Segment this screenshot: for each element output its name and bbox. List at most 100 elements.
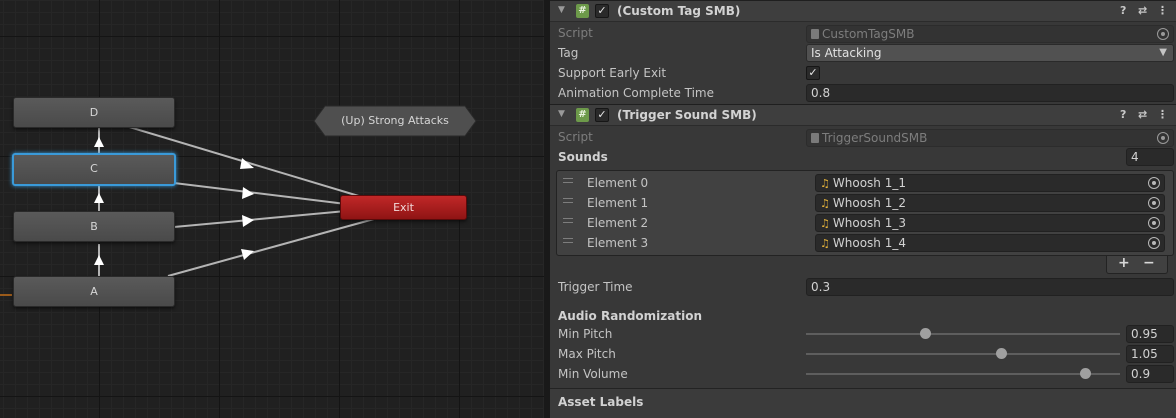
min-pitch-slider[interactable] xyxy=(806,327,1120,341)
audio-clip-icon: ♫ xyxy=(820,177,830,190)
more-menu-icon[interactable]: ⋮ xyxy=(1157,108,1168,121)
state-a[interactable]: A xyxy=(13,276,175,307)
audio-randomization-header: Audio Randomization xyxy=(558,309,703,323)
list-item[interactable]: Element 2 ♫ Whoosh 1_3 xyxy=(557,213,1173,233)
script-field: TriggerSoundSMB xyxy=(806,129,1174,147)
slider-knob[interactable] xyxy=(920,328,932,339)
anim-complete-label: Animation Complete Time xyxy=(558,86,715,100)
chevron-down-icon: ▼ xyxy=(1159,47,1167,58)
sub-state-machine-label: (Up) Strong Attacks xyxy=(341,114,449,127)
script-icon: # xyxy=(576,108,589,122)
transition-a-to-exit[interactable] xyxy=(167,218,375,277)
audio-clip-field[interactable]: ♫ Whoosh 1_2 xyxy=(815,194,1165,212)
entry-link xyxy=(0,294,12,296)
object-picker-icon[interactable] xyxy=(1148,197,1160,209)
min-pitch-field[interactable]: 0.95 xyxy=(1126,325,1174,343)
slider-knob[interactable] xyxy=(1080,368,1092,379)
add-element-button[interactable]: + xyxy=(1118,255,1130,271)
element-label: Element 1 xyxy=(587,196,649,210)
object-picker-icon[interactable] xyxy=(1157,28,1169,40)
min-volume-slider[interactable] xyxy=(806,367,1120,381)
component-title: (Custom Tag SMB) xyxy=(617,4,741,18)
audio-clip-field[interactable]: ♫ Whoosh 1_1 xyxy=(815,174,1165,192)
sounds-label[interactable]: Sounds xyxy=(558,150,608,164)
inspector-panel: ▼ # ✓ (Custom Tag SMB) ? ⇄ ⋮ Script Cust… xyxy=(544,0,1176,418)
anim-complete-field[interactable]: 0.8 xyxy=(806,84,1174,102)
trigger-time-label: Trigger Time xyxy=(558,280,633,294)
animator-graph[interactable]: D C B A Exit (Up) Strong Attacks xyxy=(0,0,544,418)
script-file-icon xyxy=(811,29,819,39)
script-field-value: CustomTagSMB xyxy=(822,27,915,41)
drag-handle-icon[interactable] xyxy=(563,178,573,183)
list-item[interactable]: Element 3 ♫ Whoosh 1_4 xyxy=(557,233,1173,253)
tag-dropdown-value: Is Attacking xyxy=(811,46,882,60)
slider-track[interactable] xyxy=(806,373,1120,375)
trigger-time-field[interactable]: 0.3 xyxy=(806,278,1174,296)
max-pitch-field[interactable]: 1.05 xyxy=(1126,345,1174,363)
audio-clip-value: Whoosh 1_2 xyxy=(832,196,906,210)
transition-b-to-exit[interactable] xyxy=(173,210,347,228)
script-label: Script xyxy=(558,130,593,144)
object-picker-icon[interactable] xyxy=(1157,132,1169,144)
fold-arrow-icon[interactable]: ▼ xyxy=(558,109,565,119)
help-icon[interactable]: ? xyxy=(1120,108,1126,121)
script-label: Script xyxy=(558,26,593,40)
object-picker-icon[interactable] xyxy=(1148,217,1160,229)
state-c[interactable]: C xyxy=(12,153,176,186)
element-label: Element 3 xyxy=(587,236,649,250)
component-enabled-checkbox[interactable]: ✓ xyxy=(595,4,609,18)
component-enabled-checkbox[interactable]: ✓ xyxy=(595,108,609,122)
remove-element-button[interactable]: − xyxy=(1143,255,1155,271)
drag-handle-icon[interactable] xyxy=(563,218,573,223)
sounds-count-field[interactable]: 4 xyxy=(1126,148,1174,166)
preset-icon[interactable]: ⇄ xyxy=(1138,4,1147,17)
drag-handle-icon[interactable] xyxy=(563,198,573,203)
component-header-trigger-sound[interactable]: ▼ # ✓ (Trigger Sound SMB) ? ⇄ ⋮ xyxy=(550,104,1176,126)
object-picker-icon[interactable] xyxy=(1148,237,1160,249)
arrow-right-icon xyxy=(241,249,254,260)
audio-clip-field[interactable]: ♫ Whoosh 1_4 xyxy=(815,234,1165,252)
slider-track[interactable] xyxy=(806,353,1120,355)
audio-clip-value: Whoosh 1_4 xyxy=(832,236,906,250)
arrow-up-icon xyxy=(94,193,104,203)
fold-arrow-icon[interactable]: ▼ xyxy=(558,5,565,15)
arrow-up-icon xyxy=(94,137,104,147)
list-item[interactable]: Element 0 ♫ Whoosh 1_1 xyxy=(557,173,1173,193)
audio-clip-icon: ♫ xyxy=(820,197,830,210)
audio-clip-icon: ♫ xyxy=(820,237,830,250)
min-pitch-label: Min Pitch xyxy=(558,327,613,341)
sub-state-machine-node[interactable]: (Up) Strong Attacks xyxy=(313,105,477,137)
script-field-value: TriggerSoundSMB xyxy=(822,131,928,145)
arrow-right-icon xyxy=(242,215,254,227)
max-pitch-slider[interactable] xyxy=(806,347,1120,361)
help-icon[interactable]: ? xyxy=(1120,4,1126,17)
list-item[interactable]: Element 1 ♫ Whoosh 1_2 xyxy=(557,193,1173,213)
exit-node[interactable]: Exit xyxy=(340,195,467,220)
tag-dropdown[interactable]: Is Attacking ▼ xyxy=(806,44,1174,62)
arrow-up-icon xyxy=(94,255,104,265)
preset-icon[interactable]: ⇄ xyxy=(1138,108,1147,121)
state-d[interactable]: D xyxy=(13,97,175,128)
min-volume-label: Min Volume xyxy=(558,367,628,381)
audio-clip-field[interactable]: ♫ Whoosh 1_3 xyxy=(815,214,1165,232)
slider-knob[interactable] xyxy=(995,348,1007,359)
audio-clip-value: Whoosh 1_1 xyxy=(832,176,906,190)
component-header-custom-tag[interactable]: ▼ # ✓ (Custom Tag SMB) ? ⇄ ⋮ xyxy=(550,0,1176,22)
min-volume-field[interactable]: 0.9 xyxy=(1126,365,1174,383)
object-picker-icon[interactable] xyxy=(1148,177,1160,189)
transition-c-to-exit[interactable] xyxy=(173,182,347,205)
script-file-icon xyxy=(811,133,819,143)
audio-clip-icon: ♫ xyxy=(820,217,830,230)
state-b[interactable]: B xyxy=(13,211,175,242)
list-add-remove: + − xyxy=(1106,255,1168,274)
asset-labels-bar[interactable]: Asset Labels xyxy=(550,388,1176,418)
early-exit-checkbox[interactable]: ✓ xyxy=(806,66,820,80)
more-menu-icon[interactable]: ⋮ xyxy=(1157,4,1168,17)
drag-handle-icon[interactable] xyxy=(563,238,573,243)
max-pitch-label: Max Pitch xyxy=(558,347,616,361)
script-icon: # xyxy=(576,4,589,18)
tag-label: Tag xyxy=(558,46,579,60)
arrow-right-icon xyxy=(242,187,254,199)
asset-labels-title: Asset Labels xyxy=(558,395,644,409)
slider-track[interactable] xyxy=(806,333,1120,335)
